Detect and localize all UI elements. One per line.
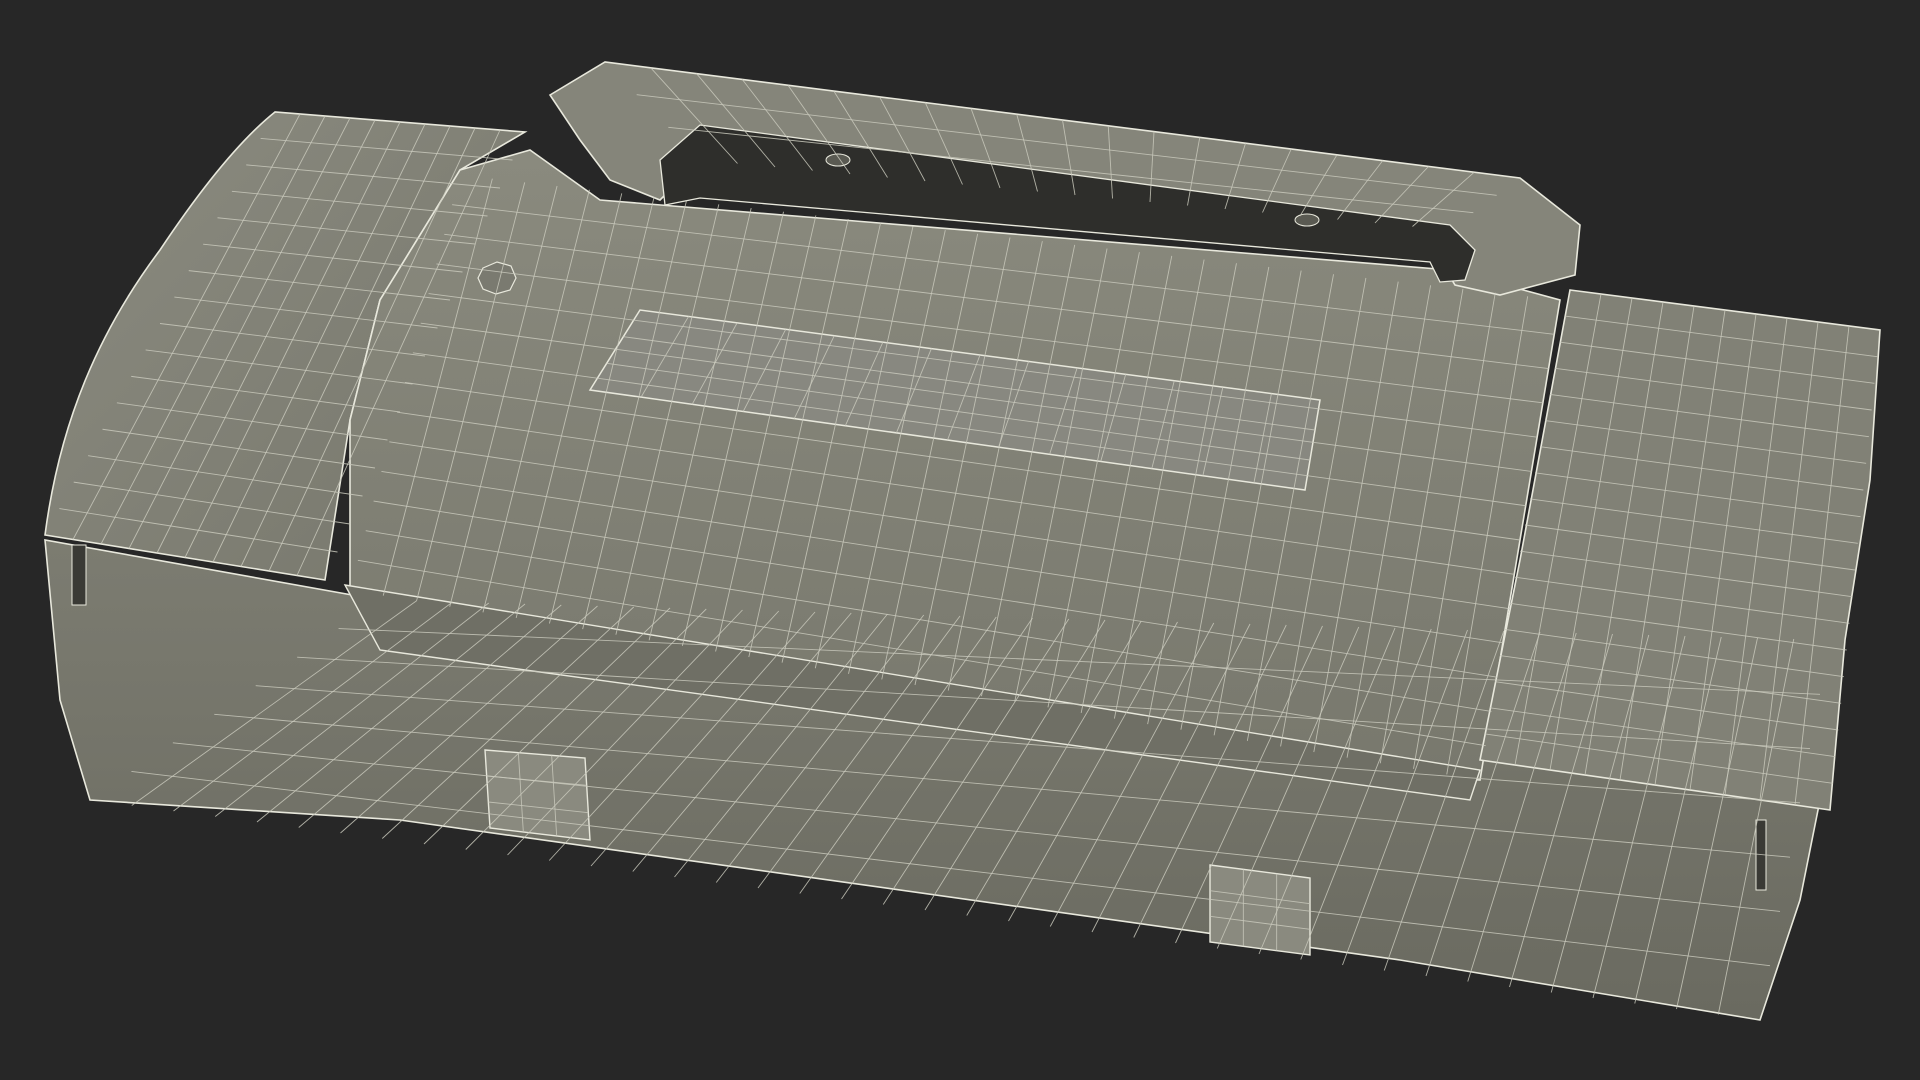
front-clasp-left <box>484 749 591 841</box>
toolbox-wireframe-render <box>44 61 1881 1021</box>
render-viewport <box>0 0 1920 1080</box>
front-clasp-right <box>1209 864 1311 956</box>
screw-hole-icon <box>1294 213 1320 227</box>
left-vent-slot <box>71 544 87 606</box>
screw-hole-icon <box>825 153 851 167</box>
